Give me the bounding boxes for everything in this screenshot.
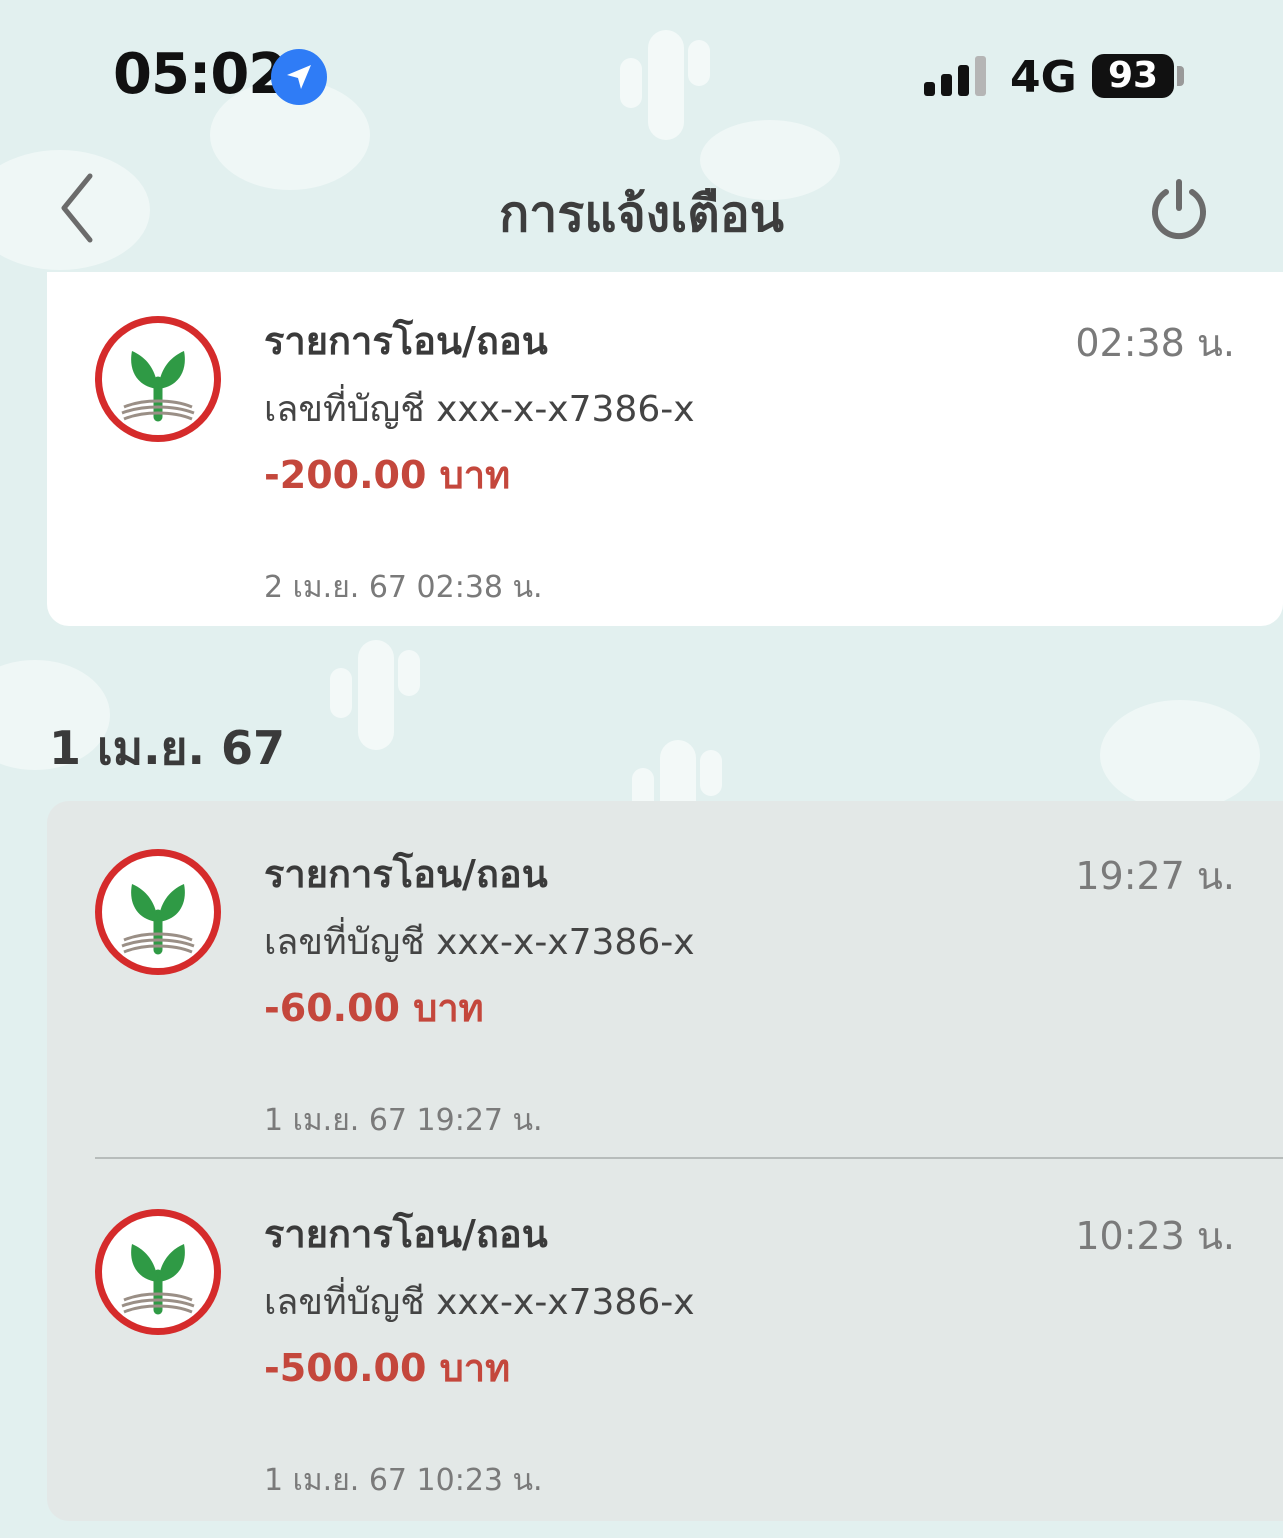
power-icon xyxy=(1152,179,1206,240)
notification-item[interactable]: รายการโอน/ถอน 19:27 น. เลขที่บัญชี xxx-x… xyxy=(47,801,1283,1159)
battery-level: 93 xyxy=(1092,54,1174,98)
notification-item[interactable]: รายการโอน/ถอน 02:38 น. เลขที่บัญชี xxx-x… xyxy=(47,272,1283,626)
notification-date: 1 เม.ย. 67 19:27 น. xyxy=(264,1103,543,1138)
network-type: 4G xyxy=(1010,52,1077,103)
notification-card: รายการโอน/ถอน 02:38 น. เลขที่บัญชี xxx-x… xyxy=(47,272,1283,626)
kbank-logo-icon xyxy=(95,316,221,442)
notification-date: 2 เม.ย. 67 02:38 น. xyxy=(264,570,543,605)
kbank-logo-icon xyxy=(95,1209,221,1335)
notification-title: รายการโอน/ถอน xyxy=(264,1212,548,1256)
power-button[interactable] xyxy=(1146,176,1212,242)
battery-cap xyxy=(1177,66,1184,86)
notification-account: เลขที่บัญชี xxx-x-x7386-x xyxy=(264,922,695,963)
notification-date: 1 เม.ย. 67 10:23 น. xyxy=(264,1463,543,1498)
notification-amount: -200.00 บาท xyxy=(264,453,511,497)
notification-title: รายการโอน/ถอน xyxy=(264,319,548,363)
notification-group-card: รายการโอน/ถอน 19:27 น. เลขที่บัญชี xxx-x… xyxy=(47,801,1283,1521)
page-title: การแจ้งเตือน xyxy=(499,185,784,243)
notification-account: เลขที่บัญชี xxx-x-x7386-x xyxy=(264,1282,695,1323)
section-date-header: 1 เม.ย. 67 xyxy=(49,721,285,775)
cellular-signal-icon xyxy=(924,56,990,96)
location-arrow-icon xyxy=(271,49,327,105)
kbank-logo-icon xyxy=(95,849,221,975)
notification-time: 10:23 น. xyxy=(1075,1214,1235,1258)
notification-title: รายการโอน/ถอน xyxy=(264,852,548,896)
status-time: 05:02 xyxy=(113,42,287,107)
notification-time: 02:38 น. xyxy=(1075,321,1235,365)
notification-account: เลขที่บัญชี xxx-x-x7386-x xyxy=(264,389,695,430)
notification-amount: -500.00 บาท xyxy=(264,1346,511,1390)
notification-time: 19:27 น. xyxy=(1075,854,1235,898)
notification-amount: -60.00 บาท xyxy=(264,986,484,1030)
notification-item[interactable]: รายการโอน/ถอน 10:23 น. เลขที่บัญชี xxx-x… xyxy=(47,1159,1283,1521)
